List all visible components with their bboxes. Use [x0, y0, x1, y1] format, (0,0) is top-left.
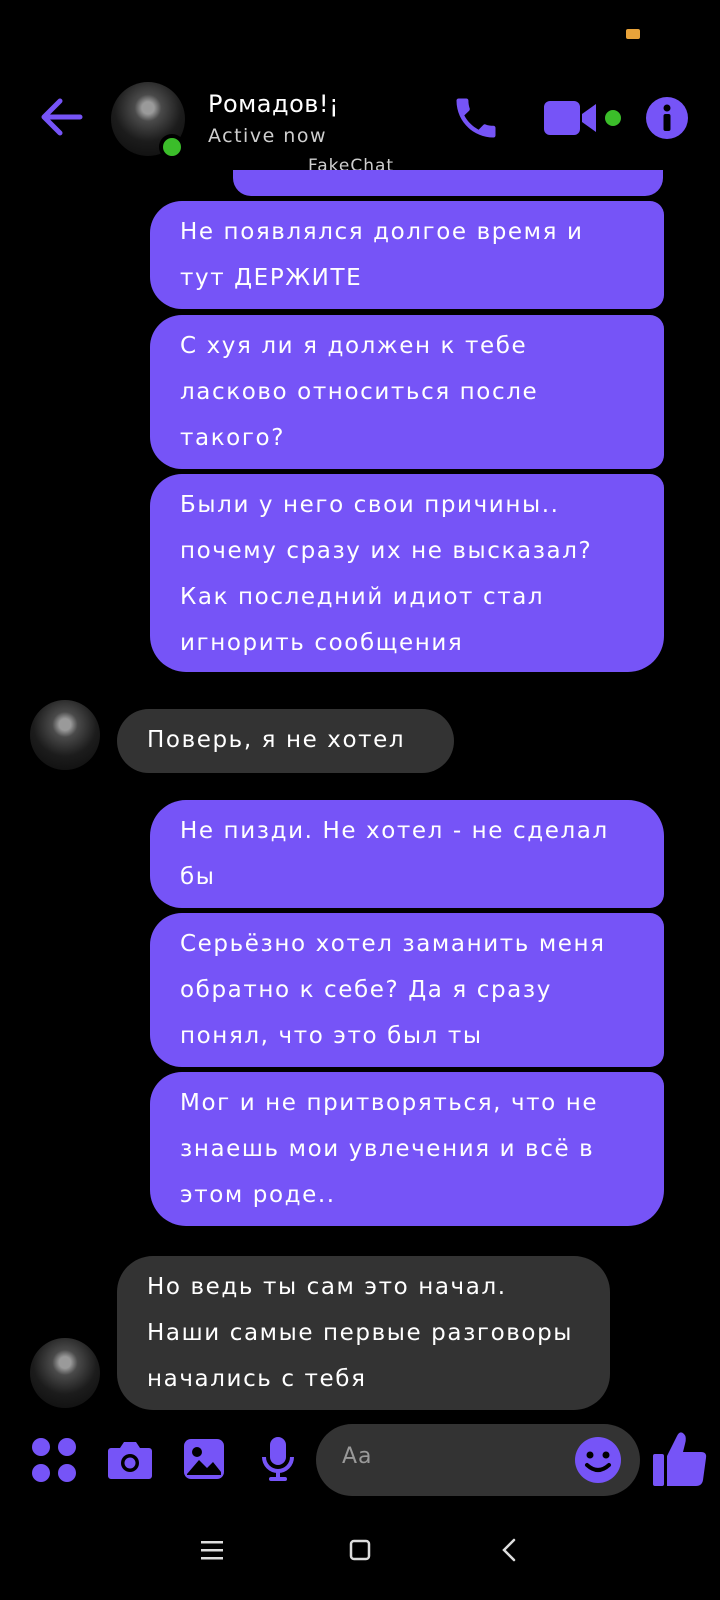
menu-icon[interactable]	[192, 1530, 232, 1570]
phone-icon[interactable]	[450, 92, 502, 144]
message-bubble-outgoing[interactable]: Не пизди. Не хотел - не сделал бы	[150, 800, 664, 908]
message-bubble-outgoing[interactable]: Были у него свои причины.. почему сразу …	[150, 474, 664, 672]
contact-name[interactable]: Ромадов!¡	[208, 90, 339, 118]
contact-avatar[interactable]	[30, 700, 100, 770]
message-text: Не появлялся долгое время и тут ДЕРЖИТЕ	[180, 219, 584, 291]
camera-icon[interactable]	[107, 1438, 153, 1484]
message-bubble-outgoing[interactable]: С хуя ли я должен к тебе ласково относит…	[150, 315, 664, 469]
message-bubble-incoming[interactable]: Но ведь ты сам это начал. Наши самые пер…	[117, 1256, 610, 1410]
message-text: Серьёзно хотел заманить меня обратно к с…	[180, 931, 606, 1049]
message-input[interactable]: Aa	[316, 1424, 640, 1496]
message-text: Но ведь ты сам это начал. Наши самые пер…	[147, 1274, 574, 1392]
online-indicator	[159, 134, 185, 160]
notification-indicator	[626, 29, 640, 39]
message-text: Поверь, я не хотел	[147, 727, 406, 753]
message-text: Не пизди. Не хотел - не сделал бы	[180, 818, 609, 890]
back-arrow-icon[interactable]	[36, 92, 86, 142]
message-bubble-outgoing[interactable]: Мог и не притворяться, что не знаешь мои…	[150, 1072, 664, 1226]
message-bubble-partial	[233, 170, 663, 196]
contact-avatar[interactable]	[30, 1338, 100, 1408]
message-text: Были у него свои причины.. почему сразу …	[180, 492, 593, 656]
message-bubble-incoming[interactable]: Поверь, я не хотел	[117, 709, 454, 773]
contact-status: Active now	[208, 125, 328, 147]
chat-header: Ромадов!¡ Active now FakeChat	[0, 70, 720, 176]
gallery-icon[interactable]	[183, 1438, 225, 1484]
apps-icon[interactable]	[31, 1437, 77, 1487]
message-text: Мог и не притворяться, что не знаешь мои…	[180, 1090, 599, 1208]
message-bubble-outgoing[interactable]: Серьёзно хотел заманить меня обратно к с…	[150, 913, 664, 1067]
video-camera-icon[interactable]	[544, 98, 600, 138]
back-nav-icon[interactable]	[490, 1530, 530, 1570]
message-text: С хуя ли я должен к тебе ласково относит…	[180, 333, 539, 451]
message-input-placeholder: Aa	[342, 1444, 373, 1469]
info-icon[interactable]	[645, 96, 689, 140]
home-icon[interactable]	[340, 1530, 380, 1570]
thumbs-up-icon[interactable]	[651, 1430, 709, 1492]
message-bubble-outgoing[interactable]: Не появлялся долгое время и тут ДЕРЖИТЕ	[150, 201, 664, 309]
emoji-icon[interactable]	[574, 1436, 622, 1484]
video-active-indicator	[605, 110, 621, 126]
microphone-icon[interactable]	[261, 1436, 295, 1486]
